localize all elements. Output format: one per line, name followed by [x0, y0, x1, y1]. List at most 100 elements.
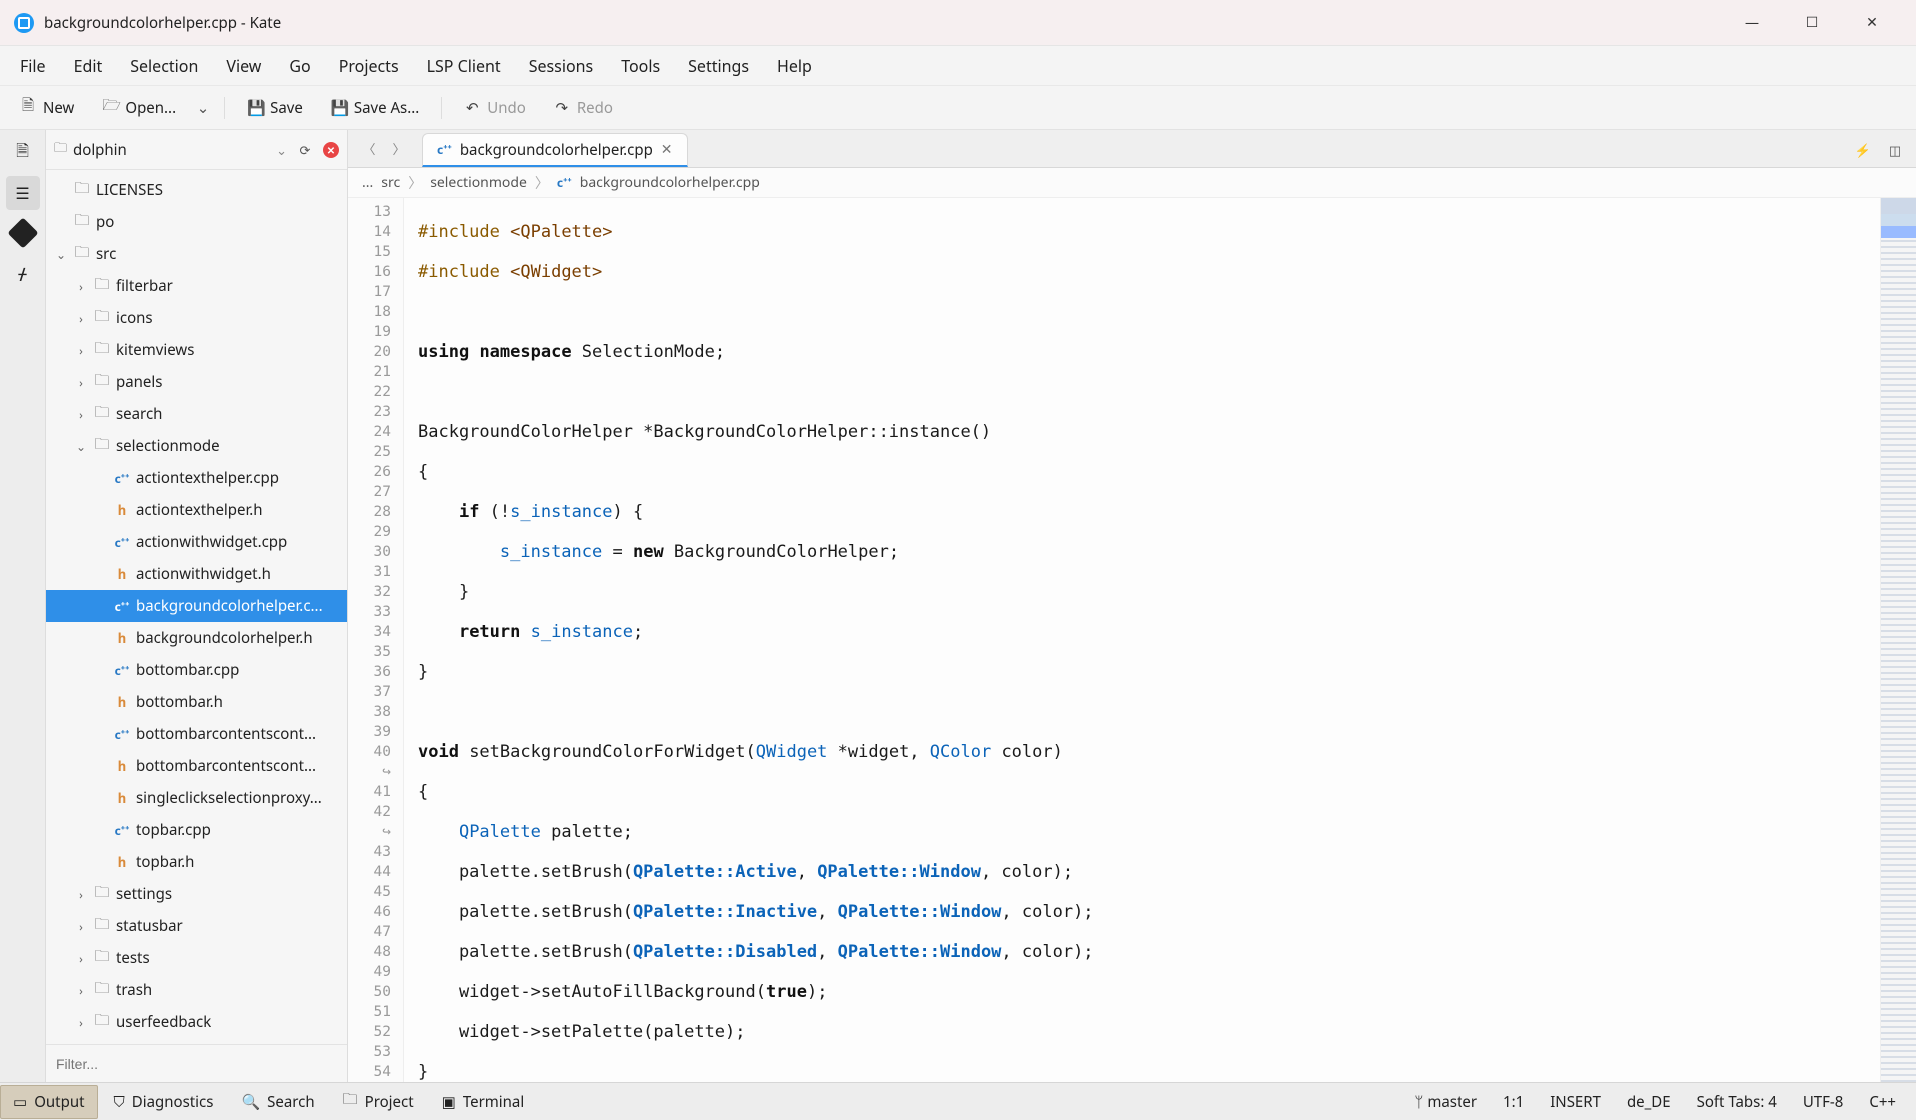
nav-forward-button[interactable]: 〉 — [384, 133, 414, 163]
folder-icon: 🗀 — [93, 402, 111, 427]
close-button[interactable]: ✕ — [1842, 0, 1902, 46]
breadcrumb-item[interactable]: backgroundcolorhelper.cpp — [580, 173, 760, 192]
menu-view[interactable]: View — [214, 49, 273, 83]
open-label: Open... — [125, 98, 176, 118]
twisty-icon[interactable]: › — [74, 886, 88, 903]
twisty-icon[interactable]: › — [74, 982, 88, 999]
cursor-position[interactable]: 1:1 — [1497, 1088, 1530, 1116]
new-file-icon: 🗎 — [20, 95, 36, 120]
tree-folder[interactable]: ›🗀icons — [46, 302, 347, 334]
terminal-panel-button[interactable]: ▣ Terminal — [430, 1086, 537, 1118]
tree-file[interactable]: c⁺⁺topbar.cpp — [46, 814, 347, 846]
git-branch[interactable]: ᛘ master — [1408, 1088, 1483, 1116]
tree-file[interactable]: c⁺⁺bottombarcontentscont... — [46, 718, 347, 750]
line-number-gutter[interactable]: 1314151617181920212223242526272829303132… — [348, 198, 404, 1082]
project-tree[interactable]: 🗀LICENSES🗀po⌄🗀src›🗀filterbar›🗀icons›🗀kit… — [46, 170, 347, 1044]
menu-tools[interactable]: Tools — [609, 49, 672, 83]
tree-file[interactable]: c⁺⁺actiontexthelper.cpp — [46, 462, 347, 494]
tree-folder[interactable]: ⌄🗀src — [46, 238, 347, 270]
filter-input[interactable] — [46, 1056, 347, 1072]
new-button[interactable]: 🗎 New — [10, 90, 84, 125]
menu-projects[interactable]: Projects — [327, 49, 411, 83]
code-editor[interactable]: #include <QPalette> #include <QWidget> u… — [404, 198, 1880, 1082]
twisty-icon[interactable]: ⌄ — [54, 246, 68, 263]
tree-folder[interactable]: ›🗀kitemviews — [46, 334, 347, 366]
tree-folder[interactable]: ›🗀settings — [46, 878, 347, 910]
locale[interactable]: de_DE — [1621, 1088, 1677, 1116]
twisty-icon[interactable]: › — [74, 1014, 88, 1031]
tree-file[interactable]: hactionwithwidget.h — [46, 558, 347, 590]
minimize-button[interactable]: — — [1722, 0, 1782, 46]
redo-button[interactable]: ↷ Redo — [544, 93, 623, 123]
twisty-icon[interactable]: ⌄ — [74, 438, 88, 455]
open-button[interactable]: 🗁 Open... — [92, 90, 186, 125]
tree-file[interactable]: c⁺⁺backgroundcolorhelper.c... — [46, 590, 347, 622]
quick-action-icon[interactable]: ⚡ — [1852, 139, 1874, 161]
nav-back-button[interactable]: 〈 — [354, 133, 384, 163]
tree-file[interactable]: c⁺⁺bottombar.cpp — [46, 654, 347, 686]
close-project-button[interactable]: ✕ — [323, 142, 339, 158]
branch-icon: ᛘ — [1414, 1092, 1423, 1112]
language-mode[interactable]: C++ — [1863, 1088, 1902, 1116]
menu-go[interactable]: Go — [277, 49, 322, 83]
project-panel-button[interactable]: 🗀 Project — [331, 1083, 426, 1120]
tree-folder[interactable]: ›🗀statusbar — [46, 910, 347, 942]
edit-mode[interactable]: INSERT — [1544, 1088, 1607, 1116]
tree-folder[interactable]: 🗀LICENSES — [46, 174, 347, 206]
menu-edit[interactable]: Edit — [62, 49, 115, 83]
menu-selection[interactable]: Selection — [118, 49, 210, 83]
encoding[interactable]: UTF-8 — [1797, 1088, 1850, 1116]
tree-folder[interactable]: ›🗀tests — [46, 942, 347, 974]
menu-settings[interactable]: Settings — [676, 49, 761, 83]
tree-folder[interactable]: ›🗀panels — [46, 366, 347, 398]
undo-button[interactable]: ↶ Undo — [454, 93, 536, 123]
menu-lsp-client[interactable]: LSP Client — [415, 49, 513, 83]
output-panel-button[interactable]: ▭ Output — [0, 1085, 98, 1119]
rail-projects[interactable]: ☰ — [6, 176, 40, 210]
twisty-icon[interactable]: › — [74, 278, 88, 295]
tree-folder[interactable]: ›🗀userfeedback — [46, 1006, 347, 1038]
diagnostics-panel-button[interactable]: ⛉ Diagnostics — [102, 1086, 226, 1118]
menu-file[interactable]: File — [8, 49, 58, 83]
rail-git[interactable] — [6, 216, 40, 250]
tree-file[interactable]: hbottombar.h — [46, 686, 347, 718]
open-recent-dropdown[interactable]: ⌄ — [194, 98, 212, 118]
tree-file[interactable]: hactiontexthelper.h — [46, 494, 347, 526]
close-tab-button[interactable]: ✕ — [661, 140, 673, 159]
twisty-icon[interactable]: › — [74, 310, 88, 327]
maximize-button[interactable]: ☐ — [1782, 0, 1842, 46]
breadcrumb-item[interactable]: src — [381, 173, 400, 192]
breadcrumb[interactable]: ... src 〉 selectionmode 〉 c⁺⁺ background… — [348, 168, 1916, 198]
tree-file[interactable]: c⁺⁺actionwithwidget.cpp — [46, 526, 347, 558]
tree-folder[interactable]: ›🗀filterbar — [46, 270, 347, 302]
save-button[interactable]: 💾 Save — [237, 93, 313, 123]
refresh-button[interactable]: ⟳ — [293, 138, 317, 162]
rail-documents[interactable]: 🗎 — [6, 136, 40, 170]
menu-help[interactable]: Help — [765, 49, 824, 83]
twisty-icon[interactable]: › — [74, 406, 88, 423]
rail-symbols[interactable]: ᚋ — [6, 256, 40, 290]
tree-folder[interactable]: ›🗀search — [46, 398, 347, 430]
tree-file[interactable]: htopbar.h — [46, 846, 347, 878]
twisty-icon[interactable]: › — [74, 342, 88, 359]
breadcrumb-item[interactable]: ... — [362, 173, 373, 192]
tree-folder[interactable]: ›🗀trash — [46, 974, 347, 1006]
twisty-icon[interactable]: › — [74, 374, 88, 391]
tree-file[interactable]: hbottombarcontentscont... — [46, 750, 347, 782]
split-view-icon[interactable]: ◫ — [1884, 139, 1906, 161]
tree-folder[interactable]: ⌄🗀selectionmode — [46, 430, 347, 462]
minimap[interactable] — [1880, 198, 1916, 1082]
tree-file[interactable]: hbackgroundcolorhelper.h — [46, 622, 347, 654]
chevron-down-icon[interactable]: ⌄ — [276, 141, 287, 159]
save-as-button[interactable]: 💾 Save As... — [321, 93, 429, 123]
twisty-icon[interactable]: › — [74, 918, 88, 935]
indent-mode[interactable]: Soft Tabs: 4 — [1691, 1088, 1783, 1116]
menu-sessions[interactable]: Sessions — [517, 49, 606, 83]
search-panel-button[interactable]: 🔍 Search — [229, 1086, 326, 1118]
tab-active[interactable]: c⁺⁺ backgroundcolorhelper.cpp ✕ — [422, 133, 688, 167]
twisty-icon[interactable]: › — [74, 950, 88, 967]
breadcrumb-item[interactable]: selectionmode — [430, 173, 527, 192]
tree-file[interactable]: hsingleclickselectionproxy... — [46, 782, 347, 814]
tree-folder[interactable]: 🗀po — [46, 206, 347, 238]
project-name[interactable]: dolphin — [73, 140, 270, 160]
